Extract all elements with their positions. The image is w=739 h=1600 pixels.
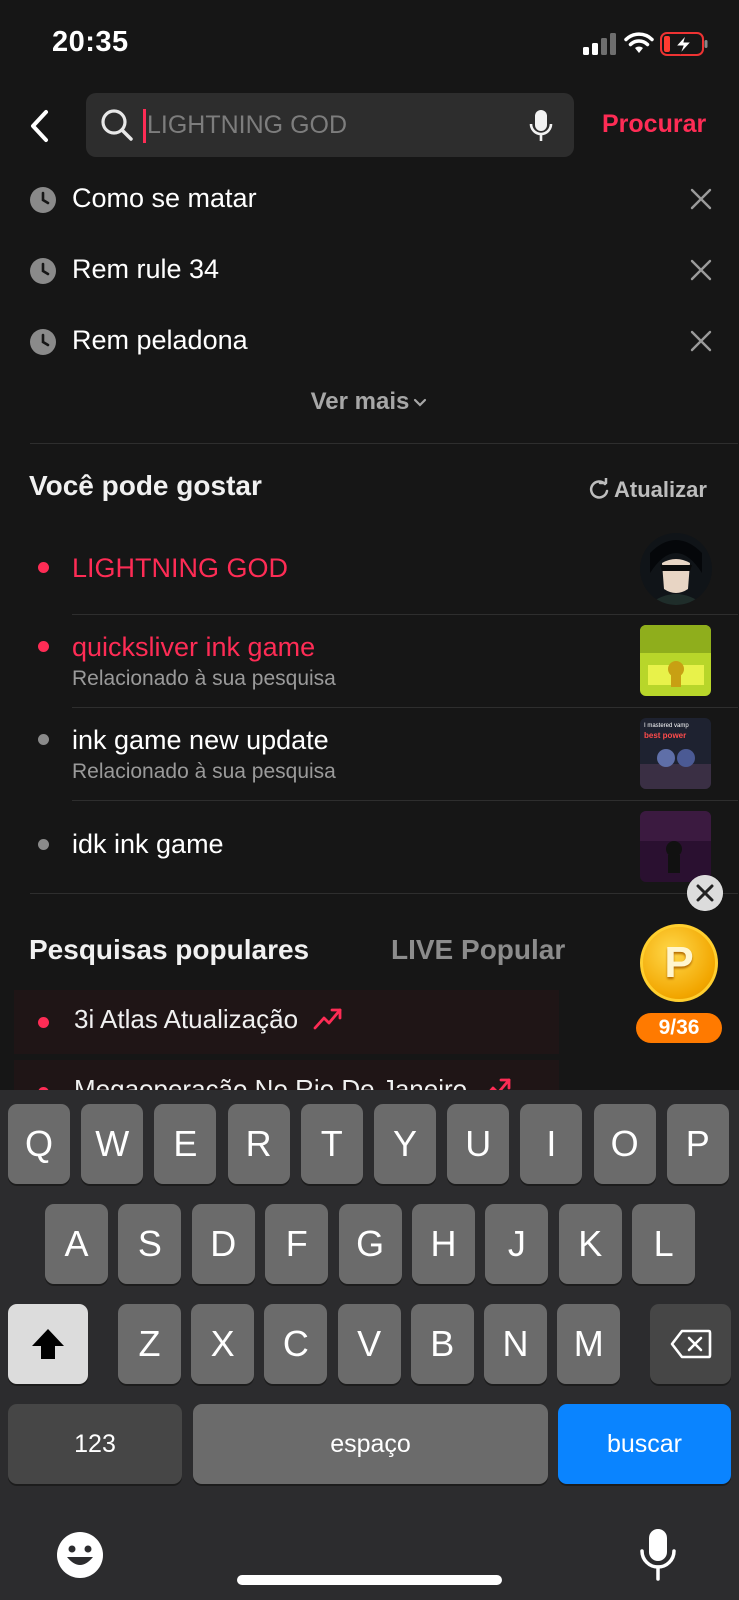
history-item-label: Rem rule 34	[72, 254, 220, 284]
key-o[interactable]: O	[593, 1104, 656, 1184]
key-l[interactable]: L	[632, 1204, 696, 1284]
search-input[interactable]	[142, 93, 512, 157]
chevron-down-icon	[414, 398, 427, 407]
suggestion-subtitle: Relacionado à sua pesquisa	[72, 760, 336, 783]
suggestion-title: ink game new update	[72, 725, 329, 755]
suggestions-title: Você pode gostar	[29, 470, 262, 501]
key-j[interactable]: J	[485, 1204, 549, 1284]
key-c[interactable]: C	[264, 1304, 328, 1384]
key-d[interactable]: D	[191, 1204, 255, 1284]
shift-icon	[32, 1329, 64, 1359]
key-g[interactable]: G	[338, 1204, 402, 1284]
video-thumbnail	[640, 625, 711, 696]
key-r[interactable]: R	[227, 1104, 290, 1184]
bullet-dot	[38, 734, 49, 745]
suggestion-title: idk ink game	[72, 829, 224, 859]
key-y[interactable]: Y	[374, 1104, 436, 1184]
suggestion-item[interactable]: quicksliver ink game Relacionado à sua p…	[0, 615, 739, 707]
trending-up-icon	[313, 1008, 342, 1030]
video-thumbnail: I mastered vamp best power	[640, 718, 711, 789]
popular-item[interactable]: 3i Atlas Atualização	[14, 990, 559, 1054]
key-x[interactable]: X	[191, 1304, 255, 1384]
clock-icon	[30, 258, 56, 284]
search-key[interactable]: buscar	[558, 1404, 731, 1484]
bullet-dot	[38, 562, 49, 573]
video-thumbnail	[640, 811, 711, 882]
text-cursor	[143, 109, 146, 143]
search-box[interactable]	[86, 93, 574, 157]
coin-progress-badge: 9/36	[636, 1013, 722, 1043]
divider	[30, 893, 738, 894]
numbers-key[interactable]: 123	[8, 1404, 182, 1484]
thumbnail-caption: I mastered vamp	[644, 723, 689, 729]
key-v[interactable]: V	[337, 1304, 401, 1384]
key-q[interactable]: Q	[8, 1104, 70, 1184]
emoji-icon[interactable]	[56, 1531, 104, 1579]
key-f[interactable]: F	[265, 1204, 329, 1284]
refresh-button[interactable]: Atualizar	[589, 477, 707, 503]
backspace-key[interactable]	[650, 1304, 731, 1384]
battery-charging-icon	[660, 32, 708, 56]
popular-item-label: 3i Atlas Atualização	[74, 1004, 343, 1035]
see-more-label: Ver mais	[310, 388, 410, 415]
back-arrow-icon[interactable]	[26, 106, 54, 146]
close-icon[interactable]	[690, 330, 712, 352]
suggestion-title: quicksliver ink game	[72, 632, 316, 662]
search-icon	[101, 109, 133, 141]
key-t[interactable]: T	[300, 1104, 363, 1184]
key-e[interactable]: E	[154, 1104, 217, 1184]
see-more-button[interactable]: Ver mais	[0, 388, 739, 416]
key-b[interactable]: B	[410, 1304, 474, 1384]
bullet-dot	[38, 839, 49, 850]
close-icon[interactable]	[690, 188, 712, 210]
close-icon[interactable]	[690, 259, 712, 281]
suggestion-item[interactable]: LIGHTNING GOD	[0, 530, 739, 612]
popular-item-text: 3i Atlas Atualização	[74, 1004, 299, 1034]
history-item[interactable]: Rem rule 34	[0, 236, 739, 306]
suggestion-item[interactable]: idk ink game	[0, 801, 739, 893]
suggestion-subtitle: Relacionado à sua pesquisa	[72, 667, 336, 690]
thumbnail-caption: best power	[644, 731, 686, 740]
key-m[interactable]: M	[557, 1304, 621, 1384]
cellular-signal-icon	[583, 33, 616, 55]
clock-icon	[30, 187, 56, 213]
tab-popular-searches[interactable]: Pesquisas populares	[29, 934, 309, 966]
suggestion-item[interactable]: ink game new update Relacionado à sua pe…	[0, 708, 739, 800]
key-s[interactable]: S	[118, 1204, 182, 1284]
microphone-icon[interactable]	[528, 109, 554, 143]
dictation-microphone-icon[interactable]	[638, 1527, 678, 1583]
coin-reward-button[interactable]: P	[640, 924, 718, 1002]
key-u[interactable]: U	[447, 1104, 510, 1184]
home-indicator	[237, 1575, 502, 1585]
close-widget-icon[interactable]	[687, 875, 723, 911]
key-a[interactable]: A	[45, 1204, 108, 1284]
clock-icon	[30, 329, 56, 355]
history-item-label: Rem peladona	[72, 325, 248, 355]
history-item[interactable]: Como se matar	[0, 165, 739, 235]
space-key[interactable]: espaço	[193, 1404, 548, 1484]
status-time: 20:35	[52, 26, 129, 58]
tab-live-popular[interactable]: LIVE Popular	[391, 934, 565, 966]
coin-symbol: P	[664, 938, 694, 987]
history-item-label: Como se matar	[72, 183, 257, 213]
key-k[interactable]: K	[558, 1204, 622, 1284]
bullet-dot	[38, 1017, 49, 1028]
key-n[interactable]: N	[484, 1304, 547, 1384]
key-i[interactable]: I	[520, 1104, 583, 1184]
suggestion-title: LIGHTNING GOD	[72, 553, 289, 583]
search-submit-button[interactable]: Procurar	[602, 110, 706, 139]
backspace-icon	[670, 1329, 711, 1359]
key-h[interactable]: H	[412, 1204, 475, 1284]
wifi-icon	[624, 32, 654, 53]
key-w[interactable]: W	[81, 1104, 144, 1184]
key-p[interactable]: P	[666, 1104, 729, 1184]
key-z[interactable]: Z	[118, 1304, 181, 1384]
bullet-dot	[38, 641, 49, 652]
refresh-icon	[589, 478, 609, 499]
history-item[interactable]: Rem peladona	[0, 307, 739, 377]
shift-key[interactable]	[8, 1304, 88, 1384]
divider	[30, 443, 738, 444]
avatar	[640, 533, 712, 605]
refresh-label: Atualizar	[614, 477, 707, 502]
